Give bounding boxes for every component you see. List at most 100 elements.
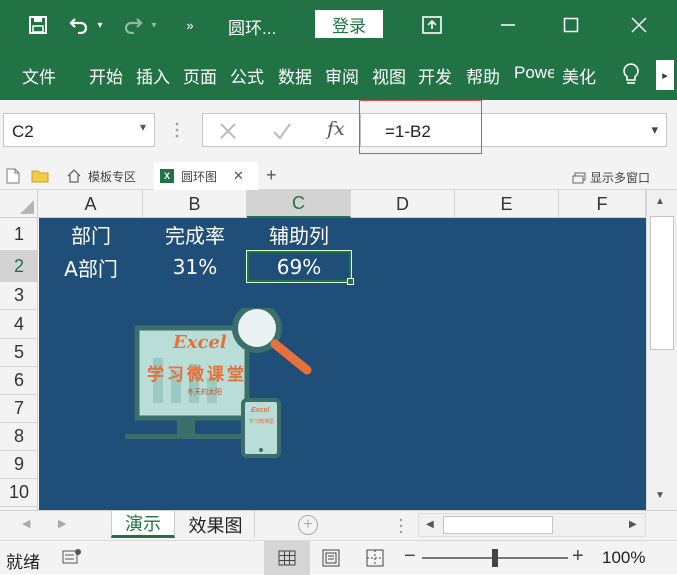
logo-image[interactable]: Excel 学习微课堂 冬天的太阳 Excel 学习微课堂 — [125, 303, 325, 468]
maximize-icon[interactable] — [558, 10, 584, 40]
tab-view[interactable]: 视图 — [372, 63, 412, 88]
row-header-1[interactable]: 1 — [0, 218, 37, 251]
row-header-9[interactable]: 9 — [0, 451, 37, 479]
scroll-right-icon[interactable]: ▶ — [629, 519, 637, 530]
folder-icon[interactable] — [31, 169, 49, 183]
tab-power[interactable]: Powe — [514, 63, 554, 83]
select-all-corner[interactable] — [0, 190, 38, 218]
scroll-down-icon[interactable]: ▼ — [655, 490, 665, 501]
row-header-6[interactable]: 6 — [0, 367, 37, 395]
worksheet-grid[interactable]: 部门 完成率 辅助列 A部门 31% 69% Excel 学习微课堂 冬天的太阳… — [39, 218, 646, 510]
logo-title: Excel — [173, 332, 227, 353]
tab-developer[interactable]: 开发 — [418, 63, 458, 88]
page-break-view-icon[interactable] — [366, 549, 384, 567]
show-multi-window-button[interactable]: 显示多窗口 — [572, 169, 650, 186]
column-headers: A B C D E F — [0, 190, 646, 218]
zoom-slider-thumb[interactable] — [492, 549, 498, 567]
tab-home[interactable]: 开始 — [89, 63, 129, 88]
more-commands-icon[interactable]: » — [180, 10, 200, 40]
ribbon-scroll-right-icon[interactable]: ▸ — [656, 60, 674, 90]
scroll-left-icon[interactable]: ◀ — [426, 519, 434, 530]
tablet-subtitle: 学习微课堂 — [249, 419, 275, 425]
active-cell-border — [246, 250, 354, 285]
zoom-level[interactable]: 100% — [602, 548, 645, 568]
normal-view-icon[interactable] — [264, 541, 310, 575]
sheet-tab-effect[interactable]: 效果图 — [177, 511, 255, 538]
workbook-tab-donut-chart[interactable]: X 圆环图 ✕ — [154, 162, 258, 190]
enter-icon[interactable] — [271, 120, 293, 142]
column-header-f[interactable]: F — [559, 190, 646, 218]
ribbon-display-options-icon[interactable] — [418, 10, 446, 40]
status-bar: 就绪 − + 100% — [0, 540, 677, 575]
vertical-scroll-thumb[interactable] — [650, 216, 674, 350]
next-sheet-icon[interactable]: ▶ — [58, 517, 66, 530]
sheet-tab-demo[interactable]: 演示 — [111, 511, 175, 538]
horizontal-scroll-thumb[interactable] — [443, 516, 553, 534]
cancel-icon[interactable] — [217, 120, 239, 142]
cell-b1[interactable]: 完成率 — [143, 220, 247, 248]
tab-data[interactable]: 数据 — [278, 63, 318, 88]
row-header-4[interactable]: 4 — [0, 310, 37, 339]
tab-file[interactable]: 文件 — [22, 63, 62, 88]
redo-dropdown-icon[interactable]: ▾ — [148, 10, 160, 40]
tab-page-layout[interactable]: 页面 — [183, 63, 223, 88]
horizontal-scrollbar[interactable]: ◀ ▶ — [418, 513, 646, 537]
insert-function-icon[interactable]: fx — [327, 118, 345, 140]
sheet-tabs-bar: ◀ ▶ 演示 效果图 + ◀ ▶ — [0, 510, 677, 540]
tab-review[interactable]: 审阅 — [325, 63, 365, 88]
row-header-10[interactable]: 10 — [0, 479, 37, 507]
tablet-title: Excel — [251, 407, 270, 414]
vertical-scrollbar[interactable]: ▲ ▼ — [646, 190, 677, 510]
tab-help[interactable]: 帮助 — [466, 63, 506, 88]
workbook-tab-templates[interactable]: 模板专区 — [62, 162, 152, 190]
column-header-e[interactable]: E — [455, 190, 559, 218]
tab-formulas[interactable]: 公式 — [230, 63, 270, 88]
name-box[interactable]: C2 ▾ — [3, 113, 155, 147]
add-sheet-icon[interactable]: + — [298, 515, 318, 535]
row-header-7[interactable]: 7 — [0, 395, 37, 423]
new-tab-icon[interactable]: + — [266, 165, 277, 186]
tab-split-grip-icon[interactable] — [398, 517, 404, 535]
minimize-icon[interactable] — [495, 10, 521, 40]
title-bar: ▾ ▾ » 圆环... 登录 — [0, 0, 677, 50]
workbook-tab-label: 模板专区 — [88, 169, 137, 184]
zoom-in-icon[interactable]: + — [572, 545, 584, 568]
column-header-c[interactable]: C — [247, 190, 351, 218]
home-icon — [67, 169, 81, 183]
cell-c1[interactable]: 辅助列 — [247, 220, 351, 248]
undo-icon[interactable] — [66, 10, 92, 40]
tab-insert[interactable]: 插入 — [136, 63, 176, 88]
document-title: 圆环... — [228, 19, 277, 38]
cell-a1[interactable]: 部门 — [39, 220, 143, 248]
save-icon[interactable] — [24, 10, 52, 40]
login-button[interactable]: 登录 — [315, 10, 383, 38]
macro-record-icon[interactable] — [62, 548, 82, 566]
cell-a2[interactable]: A部门 — [39, 253, 143, 281]
column-header-a[interactable]: A — [39, 190, 143, 218]
row-headers: 1 2 3 4 5 6 7 8 9 10 — [0, 218, 38, 510]
close-tab-icon[interactable]: ✕ — [233, 168, 244, 184]
new-document-icon[interactable] — [6, 168, 20, 184]
redo-icon[interactable] — [120, 10, 146, 40]
scroll-up-icon[interactable]: ▲ — [655, 196, 665, 207]
expand-formula-bar-icon[interactable]: ▾ — [651, 122, 658, 138]
prev-sheet-icon[interactable]: ◀ — [22, 517, 30, 530]
close-icon[interactable] — [626, 10, 652, 40]
undo-dropdown-icon[interactable]: ▾ — [94, 10, 106, 40]
row-header-3[interactable]: 3 — [0, 282, 37, 310]
column-header-d[interactable]: D — [351, 190, 455, 218]
fill-handle[interactable] — [347, 278, 354, 285]
page-layout-view-icon[interactable] — [322, 549, 340, 567]
column-header-b[interactable]: B — [143, 190, 247, 218]
row-header-5[interactable]: 5 — [0, 339, 37, 367]
row-header-8[interactable]: 8 — [0, 423, 37, 451]
formula-bar-grip-icon[interactable] — [174, 120, 180, 140]
chevron-down-icon[interactable]: ▾ — [140, 120, 146, 134]
tell-me-icon[interactable] — [620, 62, 642, 88]
zoom-out-icon[interactable]: − — [404, 545, 416, 568]
sheet-tab-label: 演示 — [125, 514, 161, 535]
tab-beautify[interactable]: 美化 — [562, 63, 602, 88]
cell-b2[interactable]: 31% — [143, 253, 247, 281]
row-header-2[interactable]: 2 — [0, 251, 37, 282]
ribbon-tabs: 文件 开始 插入 页面 公式 数据 审阅 视图 开发 帮助 Powe 美化 ▸ — [0, 50, 677, 100]
